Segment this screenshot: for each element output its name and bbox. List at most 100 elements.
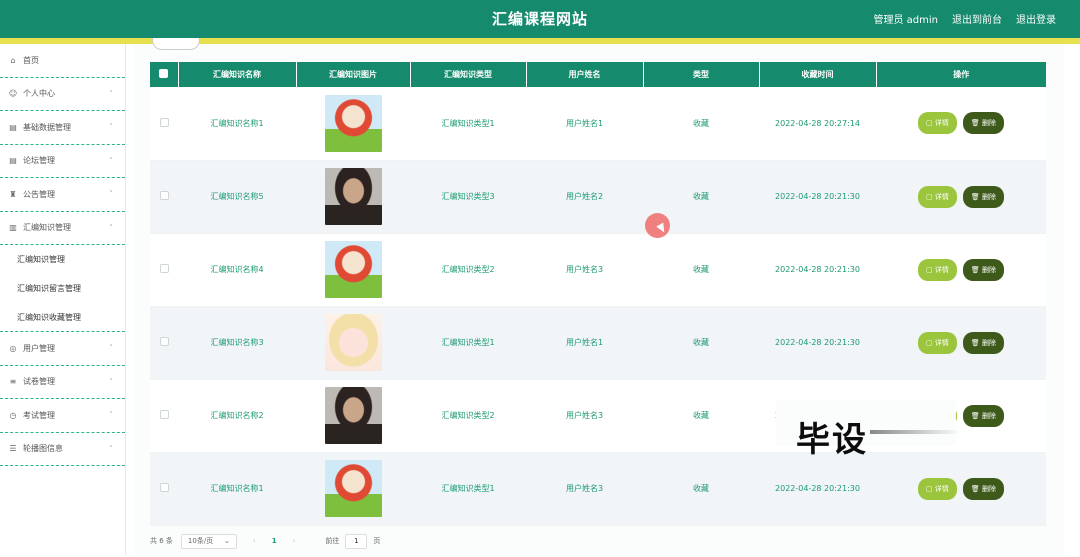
kind-cell: 收藏 — [643, 379, 759, 453]
delete-button[interactable]: 🗑 删除 — [962, 331, 1004, 354]
sidebar-subitem[interactable]: 汇编知识收藏管理 — [0, 303, 125, 332]
user-name-cell: 用户姓名3 — [526, 233, 643, 307]
detail-label: 详情 — [934, 265, 949, 274]
list-icon: ≡ — [9, 377, 17, 387]
sidebar-item[interactable]: ≡ 试卷管理 ˅ — [0, 366, 125, 399]
header-links: 管理员 admin 退出到前台 退出登录 — [873, 11, 1056, 26]
knowledge-thumbnail[interactable] — [324, 460, 382, 517]
checkbox-cell[interactable] — [150, 452, 178, 526]
delete-button[interactable]: 🗑 删除 — [962, 185, 1004, 208]
chevron-down-icon: ˅ — [109, 444, 114, 453]
delete-button[interactable]: 🗑 删除 — [962, 112, 1004, 135]
image-cell — [296, 87, 410, 161]
sidebar-item[interactable]: ☺ 个人中心 ˅ — [0, 78, 125, 111]
chevron-down-icon: ˅ — [109, 89, 114, 98]
logout-link[interactable]: 退出登录 — [1016, 11, 1056, 26]
sidebar-subitem[interactable]: 汇编知识留言管理 — [0, 274, 125, 303]
collect-time-cell: 2022-04-28 20:21:30 — [759, 306, 876, 380]
detail-icon: ▢ — [926, 119, 935, 128]
detail-button[interactable]: ▢ 详情 — [918, 112, 957, 135]
detail-icon: ▢ — [926, 192, 935, 201]
detail-button[interactable]: ▢ 详情 — [918, 477, 957, 500]
row-checkbox[interactable] — [159, 264, 169, 273]
col-header: 类型 — [643, 62, 760, 87]
select-all-cell[interactable] — [150, 62, 179, 87]
detail-button[interactable]: ▢ 详情 — [918, 331, 957, 354]
sidebar-item-label: 轮播图信息 — [23, 444, 63, 454]
checkbox-cell[interactable] — [150, 87, 178, 161]
knowledge-thumbnail[interactable] — [324, 168, 382, 225]
collect-time-cell: 2022-04-28 20:21:30 — [759, 452, 876, 526]
sidebar-item-label: 公告管理 — [23, 189, 55, 199]
delete-label: 删除 — [981, 338, 996, 347]
sidebar-item-label: 论坛管理 — [23, 156, 55, 166]
knowledge-name-cell: 汇编知识名称1 — [178, 87, 296, 161]
detail-icon: ▢ — [926, 338, 935, 347]
select-all-checkbox[interactable] — [159, 69, 169, 78]
sidebar-subitem[interactable]: 汇编知识管理 — [0, 245, 125, 274]
kind-cell: 收藏 — [643, 233, 759, 307]
user-icon: ☺ — [8, 89, 18, 99]
kind-cell: 收藏 — [643, 87, 759, 161]
knowledge-thumbnail[interactable] — [324, 94, 382, 152]
checkbox-cell[interactable] — [150, 233, 178, 307]
sidebar-item-label: 用户管理 — [23, 343, 55, 353]
knowledge-type-cell: 汇编知识类型1 — [410, 87, 526, 161]
sidebar-item[interactable]: ⌂ 首页 — [0, 44, 125, 78]
knowledge-thumbnail[interactable] — [324, 314, 382, 371]
sidebar-item[interactable]: ▤ 论坛管理 ˅ — [0, 145, 125, 178]
row-checkbox[interactable] — [159, 483, 169, 492]
main-content: 汇编知识名称 汇编知识图片 汇编知识类型 用户姓名 类型 收藏时间 操作 汇编知… — [134, 38, 1064, 555]
sidebar-item[interactable]: ▤ 基础数据管理 ˅ — [0, 111, 125, 145]
clock-icon: ◷ — [9, 410, 17, 420]
col-header: 汇编知识图片 — [296, 62, 411, 87]
sidebar-item[interactable]: ◷ 考试管理 ˅ — [0, 399, 125, 433]
goto-page-input[interactable]: 1 — [345, 533, 368, 549]
page-size-select[interactable]: 10条/页 ⌄ — [180, 533, 237, 549]
detail-label: 详情 — [934, 484, 949, 493]
action-cell: ▢ 详情🗑 删除 — [876, 87, 1046, 161]
prev-page-icon[interactable]: ‹ — [253, 537, 256, 545]
col-header: 汇编知识名称 — [178, 62, 297, 87]
knowledge-name-cell: 汇编知识名称5 — [178, 160, 296, 234]
collapsed-search-button[interactable] — [152, 38, 200, 50]
checkbox-cell[interactable] — [150, 306, 178, 380]
sliders-icon: ☰ — [9, 444, 17, 454]
delete-button[interactable]: 🗑 删除 — [962, 477, 1004, 500]
sidebar-item[interactable]: ▥ 汇编知识管理 ˄ — [0, 212, 125, 245]
checkbox-cell[interactable] — [150, 160, 178, 234]
row-checkbox[interactable] — [159, 191, 169, 200]
page-number[interactable]: 1 — [272, 537, 277, 545]
sidebar-item-label: 试卷管理 — [23, 377, 55, 387]
knowledge-type-cell: 汇编知识类型2 — [410, 233, 526, 307]
delete-label: 删除 — [981, 119, 996, 128]
row-checkbox[interactable] — [159, 410, 169, 419]
checkbox-cell[interactable] — [150, 379, 178, 453]
clipboard-icon: ▤ — [9, 122, 17, 132]
action-cell: ▢ 详情🗑 删除 — [876, 306, 1046, 380]
delete-button[interactable]: 🗑 删除 — [962, 404, 1004, 427]
delete-label: 删除 — [981, 484, 996, 493]
trash-icon: 🗑 — [970, 338, 982, 347]
sidebar-item[interactable]: ◎ 用户管理 ˅ — [0, 332, 125, 366]
detail-button[interactable]: ▢ 详情 — [918, 258, 957, 281]
detail-button[interactable]: ▢ 详情 — [918, 185, 957, 208]
trash-icon: 🗑 — [970, 192, 982, 201]
delete-label: 删除 — [981, 192, 996, 201]
delete-button[interactable]: 🗑 删除 — [962, 258, 1004, 281]
knowledge-thumbnail[interactable] — [324, 387, 382, 444]
image-cell — [296, 452, 410, 526]
clipboard-icon: ▤ — [9, 156, 17, 166]
user-name-cell: 用户姓名3 — [526, 452, 643, 526]
col-header: 收藏时间 — [759, 62, 877, 87]
col-header: 用户姓名 — [526, 62, 644, 87]
trash-icon: 🗑 — [970, 119, 982, 128]
next-page-icon[interactable]: › — [293, 537, 296, 545]
knowledge-thumbnail[interactable] — [324, 241, 382, 298]
back-to-front-link[interactable]: 退出到前台 — [952, 11, 1002, 26]
sidebar-item[interactable]: ☰ 轮播图信息 ˅ — [0, 433, 125, 466]
row-checkbox[interactable] — [159, 117, 169, 127]
kind-cell: 收藏 — [643, 306, 759, 380]
row-checkbox[interactable] — [159, 337, 169, 346]
sidebar-item[interactable]: ♜ 公告管理 ˅ — [0, 178, 125, 212]
